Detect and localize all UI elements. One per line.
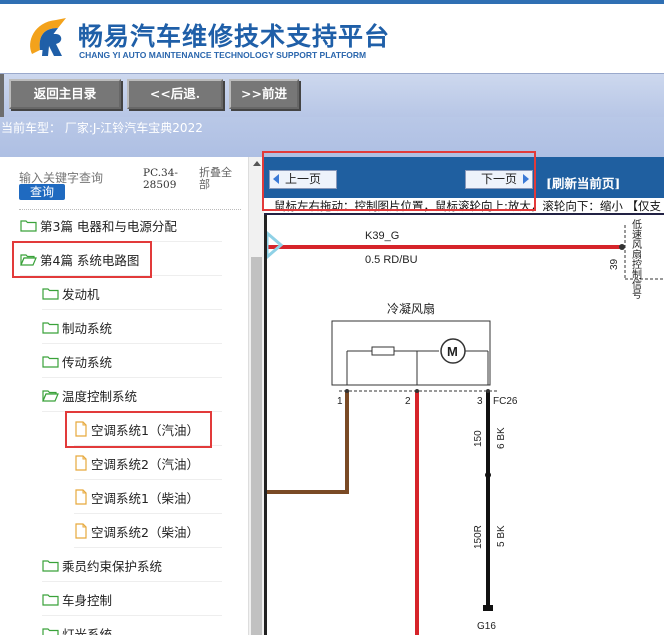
pin-39-dot [619,244,625,250]
diagram-viewer: 上一页 下一页 [刷新当前页] 鼠标左右拖动：控制图片位置，鼠标滚轮向上:放大，… [262,151,664,635]
folder-icon [42,559,59,572]
ground-symbol-icon [483,605,493,611]
folder-icon [42,627,59,635]
tree-item-label: 第3篇 电器和与电源分配 [40,218,177,234]
wire-150-id: 150 [473,430,484,447]
tree-item-brake[interactable]: 制动系统 [42,310,242,344]
highlight-page-nav [262,151,536,211]
tree-item-label: 空调系统2（柴油） [91,524,199,540]
pin-2-dot [415,389,419,393]
highlight-chapter4 [12,241,152,278]
pin-39-label: 39 [609,258,620,270]
folder-icon [42,321,59,334]
tree-item-label: 空调系统2（汽油） [91,456,199,472]
nav-left-edge [0,74,4,118]
tree-item-transmission[interactable]: 传动系统 [42,344,242,378]
forward-button[interactable]: >>前进 [229,79,299,109]
folder-icon [42,355,59,368]
tree-item-chapter3[interactable]: 第3篇 电器和与电源分配 [20,208,242,242]
wire-150-spec: 6 BK [496,427,507,449]
tree-item-label: 传动系统 [62,354,113,370]
fan-label: 冷凝风扇 [387,301,435,316]
pin-1-dot [345,389,349,393]
tree-item-label: 发动机 [62,286,100,302]
tree-item-ac2-petrol[interactable]: 空调系统2（汽油） [74,446,242,480]
query-button[interactable]: 查询 [19,184,65,200]
document-icon [75,523,87,539]
tree-item-label: 车身控制 [62,592,113,608]
tree-item-label: 灯光系统 [62,626,113,635]
folder-icon [42,287,59,300]
tree-item-label: 制动系统 [62,320,113,336]
pin-2-label: 2 [405,396,411,407]
tree-scrollbar[interactable] [248,157,264,635]
wire-150r-spec: 5 BK [496,525,507,547]
folder-icon [20,219,37,232]
document-icon [75,489,87,505]
motor-letter: M [447,344,458,359]
left-panel: 查询 PC.34-28509 折叠全部 第3篇 电器和与电源分配 第4篇 系统电… [0,157,264,635]
refresh-page-link[interactable]: [刷新当前页] [546,173,620,192]
brand-logo-icon [30,18,67,56]
document-icon [75,455,87,471]
tree-item-temperature[interactable]: 温度控制系统 [42,378,242,412]
tree-item-restraint[interactable]: 乘员约束保护系统 [42,548,242,582]
back-button[interactable]: <<后退. [127,79,223,109]
tree-item-label: 乘员约束保护系统 [62,558,163,574]
tree-item-label: 温度控制系统 [62,388,138,404]
ecu-signal-label: 低速风扇控制信号 [630,218,642,300]
resistor-symbol [371,346,395,356]
folder-open-icon [42,389,59,402]
splice-dot [485,472,491,478]
pin-3-label: 3 [477,396,483,407]
home-button[interactable]: 返回主目录 [9,79,121,109]
tree-item-ac2-diesel[interactable]: 空调系统2（柴油） [74,514,242,548]
wire-150r-id: 150R [473,525,484,549]
tree-item-ac1-diesel[interactable]: 空调系统1（柴油） [74,480,242,514]
wiring-diagram[interactable]: K39_G 0.5 RD/BU 39 低速风扇控制信号 冷凝风扇 M 1 2 3… [267,215,664,635]
tree-item-engine[interactable]: 发动机 [42,276,242,310]
pin-1-label: 1 [337,396,343,407]
header-top-line [0,0,664,4]
highlight-ac1-petrol [65,411,212,448]
brand-title: 畅易汽车维修技术支持平台 [78,22,391,51]
nav-bar: 返回主目录 <<后退. >>前进 [0,73,664,118]
pin-3-dot [486,389,490,393]
tree-item-label: 空调系统1（柴油） [91,490,199,506]
fold-all-button[interactable]: 折叠全部 [199,167,239,191]
folder-icon [42,593,59,606]
wire-k39g-id: K39_G [365,230,399,242]
ground-label: G16 [477,621,496,632]
wire-brown [267,391,349,494]
tree-item-body-control[interactable]: 车身控制 [42,582,242,616]
scroll-thumb[interactable] [251,257,262,635]
search-row: 查询 PC.34-28509 折叠全部 [0,157,248,211]
app-window: 畅易汽车维修技术支持平台 CHANG YI AUTO MAINTENANCE T… [0,0,664,635]
wire-k39g-spec: 0.5 RD/BU [365,254,418,266]
scroll-up-arrow-icon[interactable] [253,161,261,166]
tree-item-lighting[interactable]: 灯光系统 [42,616,242,635]
pc-code: PC.34-28509 [143,167,178,191]
site-header: 畅易汽车维修技术支持平台 CHANG YI AUTO MAINTENANCE T… [0,0,664,73]
brand-subtitle: CHANG YI AUTO MAINTENANCE TECHNOLOGY SUP… [79,50,367,60]
fan-box [331,320,491,386]
connector-label: FC26 [493,396,518,407]
